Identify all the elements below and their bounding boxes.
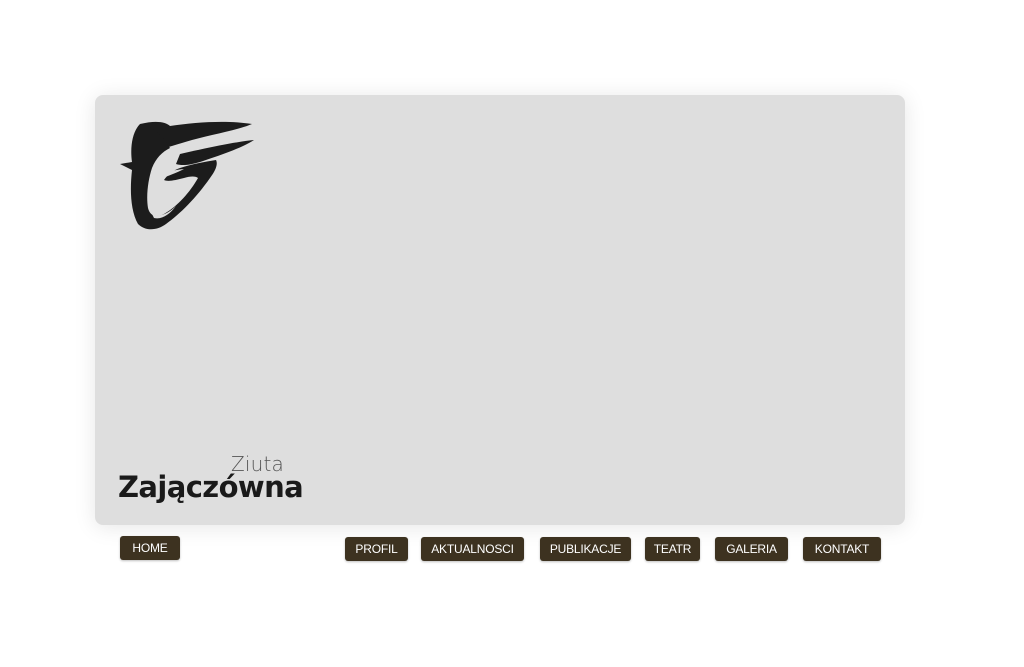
nav-galeria-button[interactable]: GALERIA — [715, 537, 788, 561]
nav-profil-button[interactable]: PROFIL — [345, 537, 408, 561]
stylized-face-logo-icon — [120, 121, 254, 230]
brand-name: Ziuta Zajączówna — [118, 453, 304, 504]
nav-home-button[interactable]: HOME — [120, 536, 180, 560]
nav-kontakt-button[interactable]: KONTAKT — [803, 537, 881, 561]
nav-publikacje-button[interactable]: PUBLIKACJE — [540, 537, 631, 561]
brand-last-name: Zajączówna — [118, 470, 304, 504]
nav-aktualnosci-button[interactable]: AKTUALNOSCI — [421, 537, 524, 561]
page: Ziuta Zajączówna HOME PROFIL AKTUALNOSCI… — [0, 0, 1024, 667]
nav-teatr-button[interactable]: TEATR — [645, 537, 700, 561]
